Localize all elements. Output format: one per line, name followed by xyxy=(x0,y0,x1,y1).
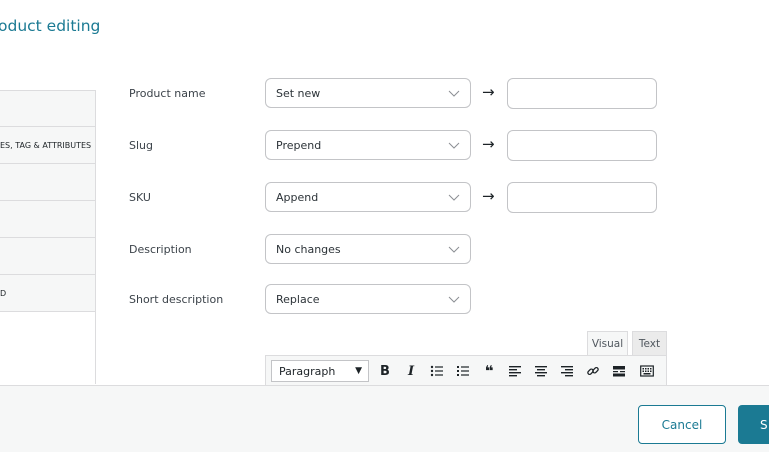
side-tab[interactable] xyxy=(0,90,95,127)
slug-mode-select[interactable]: Prepend xyxy=(265,130,471,160)
editor-tab-text[interactable]: Text xyxy=(632,331,667,355)
arrow-icon: → xyxy=(482,187,495,205)
sku-mode-select[interactable]: Append xyxy=(265,182,471,212)
arrow-icon: → xyxy=(482,83,495,101)
bold-icon[interactable]: B xyxy=(376,362,394,380)
chevron-down-icon xyxy=(448,246,460,253)
description-mode-select[interactable]: No changes xyxy=(265,234,471,264)
align-left-icon[interactable] xyxy=(506,362,524,380)
format-select[interactable]: Paragraph ▼ xyxy=(271,360,369,382)
short-description-mode-value: Replace xyxy=(276,292,320,306)
blockquote-icon[interactable]: ❝ xyxy=(480,362,498,380)
read-more-icon[interactable] xyxy=(610,362,628,380)
chevron-down-icon xyxy=(448,142,460,149)
sku-input[interactable] xyxy=(507,182,657,213)
product-name-input[interactable] xyxy=(507,78,657,109)
side-tab[interactable] xyxy=(0,164,95,201)
page-title: oduct editing xyxy=(0,17,101,35)
arrow-icon: → xyxy=(482,135,495,153)
description-mode-value: No changes xyxy=(276,242,341,256)
product-name-label: Product name xyxy=(129,87,206,100)
side-tabs: ES, TAG & ATTRIBUTES D xyxy=(0,90,96,384)
slug-input[interactable] xyxy=(507,130,657,161)
format-select-value: Paragraph xyxy=(279,364,336,378)
side-tab-advanced[interactable]: D xyxy=(0,275,95,312)
short-description-label: Short description xyxy=(129,293,224,306)
editor-tab-visual[interactable]: Visual xyxy=(587,331,628,355)
cancel-button[interactable]: Cancel xyxy=(638,405,726,444)
italic-icon[interactable]: I xyxy=(402,362,420,380)
slug-label: Slug xyxy=(129,139,153,152)
chevron-down-icon xyxy=(448,90,460,97)
link-icon[interactable] xyxy=(584,362,602,380)
chevron-down-icon xyxy=(448,296,460,303)
side-tab[interactable] xyxy=(0,201,95,238)
align-right-icon[interactable] xyxy=(558,362,576,380)
side-tab[interactable] xyxy=(0,238,95,275)
numbered-list-icon[interactable] xyxy=(454,362,472,380)
description-label: Description xyxy=(129,243,192,256)
save-button[interactable]: S xyxy=(738,405,769,444)
caret-down-icon: ▼ xyxy=(355,366,362,376)
short-description-mode-select[interactable]: Replace xyxy=(265,284,471,314)
product-name-mode-select[interactable]: Set new xyxy=(265,78,471,108)
side-tab-categories-tags-attributes[interactable]: ES, TAG & ATTRIBUTES xyxy=(0,127,95,164)
align-center-icon[interactable] xyxy=(532,362,550,380)
editor-toolbar: Paragraph ▼ B I ❝ xyxy=(265,355,667,385)
product-name-mode-value: Set new xyxy=(276,86,321,100)
bullet-list-icon[interactable] xyxy=(428,362,446,380)
sku-label: SKU xyxy=(129,191,151,204)
chevron-down-icon xyxy=(448,194,460,201)
slug-mode-value: Prepend xyxy=(276,138,322,152)
toolbar-toggle-icon[interactable] xyxy=(638,362,656,380)
sku-mode-value: Append xyxy=(276,190,319,204)
